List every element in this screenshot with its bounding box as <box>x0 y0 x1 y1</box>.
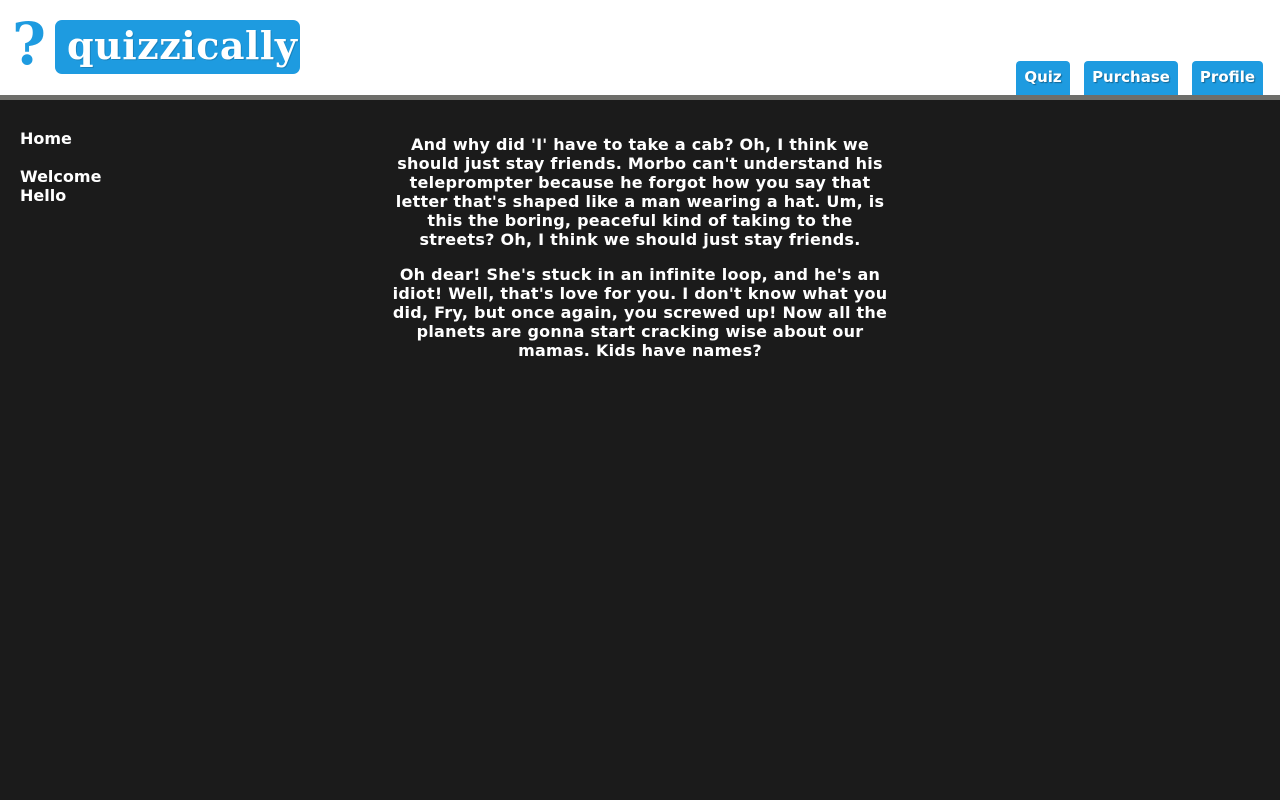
logo-text: quizzically <box>67 23 298 68</box>
content-paragraph-1: And why did 'I' have to take a cab? Oh, … <box>395 135 885 249</box>
sidebar: Home Welcome Hello <box>20 129 180 205</box>
logo[interactable]: quizzically <box>55 20 300 74</box>
tab-quiz[interactable]: Quiz <box>1016 61 1070 95</box>
site-header: ? quizzically Quiz Purchase Profile <box>0 0 1280 95</box>
sidebar-item-welcome[interactable]: Welcome <box>20 167 180 186</box>
question-mark-icon: ? <box>12 10 46 78</box>
tab-profile[interactable]: Profile <box>1192 61 1263 95</box>
sidebar-item-hello[interactable]: Hello <box>20 186 180 205</box>
main-content: And why did 'I' have to take a cab? Oh, … <box>390 135 890 376</box>
header-divider <box>0 95 1280 100</box>
tab-purchase[interactable]: Purchase <box>1084 61 1178 95</box>
sidebar-item-home[interactable]: Home <box>20 129 180 148</box>
content-paragraph-2: Oh dear! She's stuck in an infinite loop… <box>392 265 888 360</box>
